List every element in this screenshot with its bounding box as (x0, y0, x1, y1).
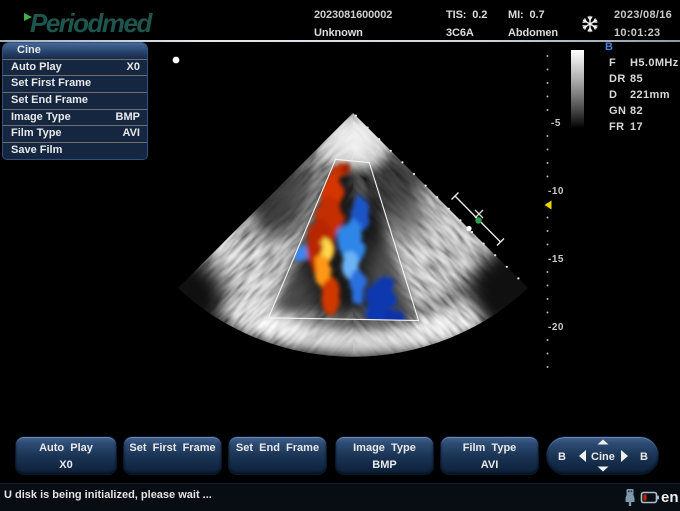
svg-text:Cine: Cine (591, 451, 615, 463)
svg-text:B: B (605, 41, 613, 53)
svg-text:B: B (558, 451, 566, 463)
svg-text:B: B (640, 451, 648, 463)
